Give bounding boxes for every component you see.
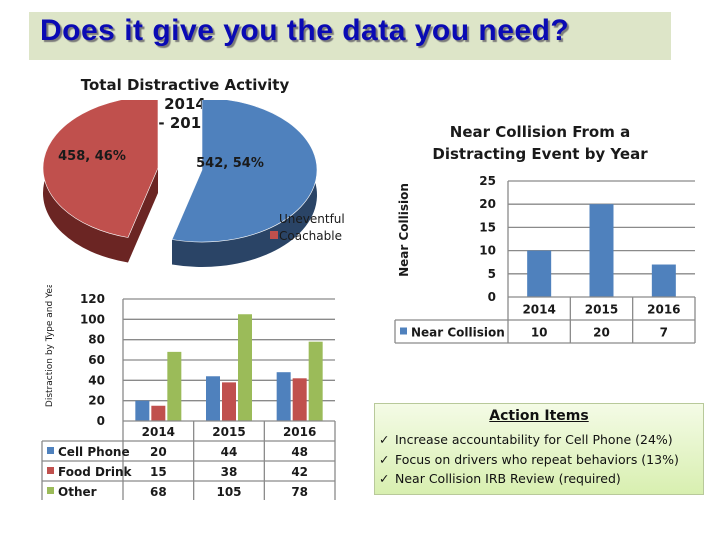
x-category-label: 2015 xyxy=(212,425,245,439)
y-tick-label: 120 xyxy=(80,292,105,306)
table-value: 38 xyxy=(221,465,238,479)
checkmark-icon: ✓ xyxy=(379,471,390,486)
table-value: 10 xyxy=(531,326,548,340)
table-value: 68 xyxy=(150,485,167,499)
y-axis-label: Near Collision xyxy=(397,183,411,277)
legend-swatch xyxy=(270,231,278,239)
legend-swatch xyxy=(400,327,407,335)
near-collision-title-line2: Distracting Event by Year xyxy=(432,145,648,163)
bar xyxy=(151,405,166,421)
table-value: 7 xyxy=(660,326,668,340)
y-tick-label: 80 xyxy=(88,333,105,347)
legend-swatch xyxy=(270,214,278,222)
action-item: ✓ Increase accountability for Cell Phone … xyxy=(379,432,673,447)
action-items-box: Action Items ✓ Increase accountability fo… xyxy=(374,403,704,495)
x-category-label: 2016 xyxy=(647,303,680,317)
x-category-label: 2014 xyxy=(142,425,175,439)
y-tick-label: 10 xyxy=(479,244,496,258)
table-value: 20 xyxy=(593,326,610,340)
table-value: 48 xyxy=(291,445,308,459)
bar xyxy=(292,378,307,421)
bar xyxy=(589,204,614,297)
y-tick-label: 5 xyxy=(488,267,496,281)
bar xyxy=(167,351,182,421)
distraction-type-chart: 0 20 40 60 80 100 120 Distraction by Type and Y… xyxy=(41,285,336,500)
table-value: 44 xyxy=(221,445,238,459)
y-tick-label: 0 xyxy=(488,290,496,304)
bar xyxy=(308,341,323,421)
pie-data-label: 458, 46% xyxy=(58,149,126,164)
y-tick-label: 20 xyxy=(479,197,496,211)
legend-swatch xyxy=(47,487,54,494)
legend-label: Other xyxy=(58,485,97,499)
legend-swatch xyxy=(47,467,54,474)
y-tick-label: 20 xyxy=(88,394,105,408)
bar xyxy=(238,314,252,421)
action-item: ✓ Near Collision IRB Review (required) xyxy=(379,471,621,486)
y-axis-label: Distraction by Type and Year xyxy=(45,285,55,407)
legend-label: Food Drink xyxy=(58,465,133,479)
action-item-text: Near Collision IRB Review (required) xyxy=(395,471,621,486)
table-value: 15 xyxy=(150,465,167,479)
legend-label: Near Collision xyxy=(411,326,505,340)
y-tick-label: 25 xyxy=(479,174,496,188)
pie-chart: 542, 54% 458, 46% Uneventful Coachable xyxy=(42,100,345,267)
checkmark-icon: ✓ xyxy=(379,432,390,447)
near-collision-chart-title: Near Collision From a Distracting Event … xyxy=(420,121,660,165)
legend-label: Uneventful xyxy=(279,212,345,226)
page-title: Does it give you the data you need? xyxy=(40,14,570,47)
bar xyxy=(222,382,236,421)
y-tick-label: 40 xyxy=(88,373,105,387)
legend-label: Cell Phone xyxy=(58,445,130,459)
near-collision-chart: 0 5 10 15 20 25 Near Collision 2014 2015 2016 Near… xyxy=(394,174,696,344)
y-tick-label: 0 xyxy=(97,414,105,428)
action-item-text: Focus on drivers who repeat behaviors (1… xyxy=(395,452,679,467)
x-category-label: 2014 xyxy=(522,303,555,317)
y-tick-label: 100 xyxy=(80,312,105,326)
near-collision-title-line1: Near Collision From a xyxy=(449,123,631,141)
legend-swatch xyxy=(47,447,54,454)
pie-data-label: 542, 54% xyxy=(196,156,264,171)
bar xyxy=(206,376,220,421)
table-value: 42 xyxy=(291,465,308,479)
bar xyxy=(651,264,676,297)
table-value: 105 xyxy=(216,485,241,499)
legend-label: Coachable xyxy=(279,229,342,243)
table-value: 78 xyxy=(291,485,308,499)
y-tick-label: 15 xyxy=(479,220,496,234)
y-tick-label: 60 xyxy=(88,353,105,367)
action-item-text: Increase accountability for Cell Phone (… xyxy=(395,432,673,447)
x-category-label: 2016 xyxy=(283,425,316,439)
action-items-title: Action Items xyxy=(489,408,589,424)
action-item: ✓ Focus on drivers who repeat behaviors (… xyxy=(379,452,679,467)
bar xyxy=(135,400,150,421)
checkmark-icon: ✓ xyxy=(379,452,390,467)
bar xyxy=(276,372,291,421)
bar xyxy=(527,250,552,297)
table-value: 20 xyxy=(150,445,167,459)
x-category-label: 2015 xyxy=(585,303,618,317)
